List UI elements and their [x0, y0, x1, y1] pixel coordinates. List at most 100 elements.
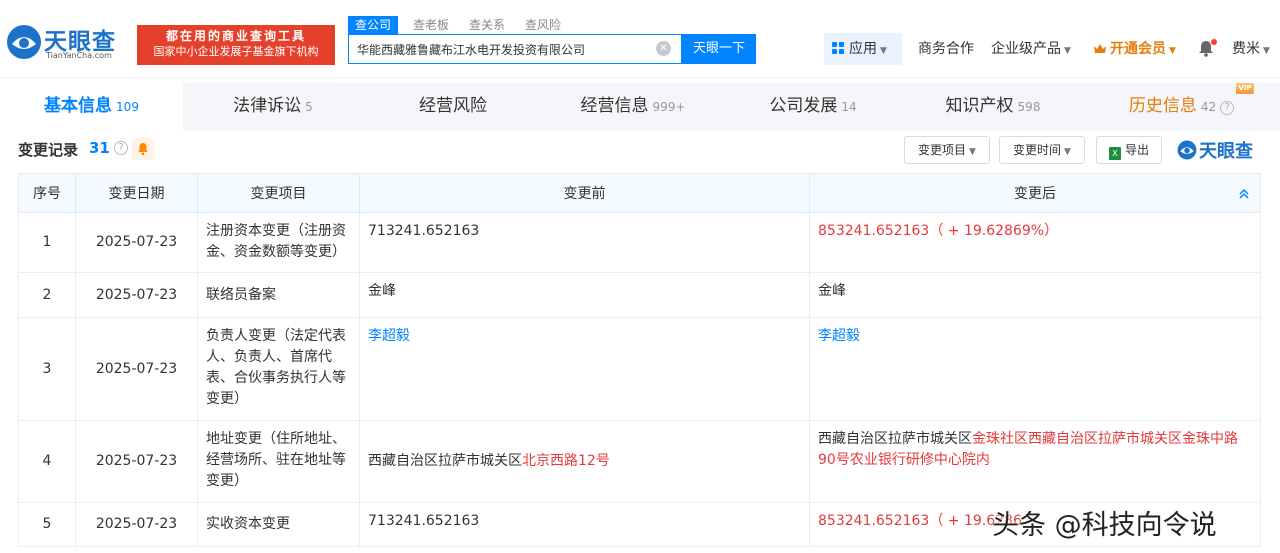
- nav-vip-menu[interactable]: 开通会员 ▼: [1093, 38, 1176, 60]
- cell-index: 5: [18, 502, 76, 547]
- tab-count: 999+: [652, 100, 686, 114]
- col-header-index: 序号: [18, 173, 76, 213]
- cell-after: 853241.652163（ + 19.62869%）: [809, 212, 1261, 273]
- excel-icon: X: [1108, 147, 1121, 160]
- help-icon[interactable]: ?: [114, 141, 128, 155]
- grid-icon: [832, 42, 845, 55]
- crown-icon: [1094, 44, 1106, 53]
- tab-operation-info[interactable]: 经营信息 999+: [543, 83, 723, 131]
- search-box: ✕: [348, 34, 682, 64]
- chevron-down-icon: ▼: [1064, 46, 1071, 56]
- table-header-row: 序号 变更日期 变更项目 变更前 变更后: [18, 173, 1261, 213]
- bell-icon: [138, 143, 148, 156]
- unread-dot: [1211, 39, 1217, 45]
- cell-after: 李超毅: [809, 317, 1261, 421]
- change-record-table: 序号 变更日期 变更项目 变更前 变更后 1 2025-07-23 注册资本变更…: [18, 173, 1261, 547]
- col-header-after: 变更后: [809, 173, 1261, 213]
- search-tab-boss[interactable]: 查老板: [406, 16, 456, 34]
- chevron-down-icon: ▼: [1064, 147, 1071, 157]
- col-header-date: 变更日期: [75, 173, 198, 213]
- cell-after: 西藏自治区拉萨市城关区金珠社区西藏自治区拉萨市城关区金珠中路90号农业银行研修中…: [809, 420, 1261, 503]
- brand-mark: 天眼查: [1177, 137, 1253, 162]
- tab-history-info[interactable]: VIP 历史信息 42?: [1083, 83, 1280, 131]
- filter-time-label: 变更时间: [1013, 143, 1062, 157]
- cell-index: 2: [18, 272, 76, 318]
- tab-label: 知识产权: [945, 96, 1014, 116]
- tab-count: 42: [1200, 100, 1217, 114]
- cell-before: 金峰: [359, 272, 810, 318]
- tab-litigation[interactable]: 法律诉讼 5: [183, 83, 363, 131]
- cell-item: 地址变更（住所地址、经营场所、驻在地址等变更）: [197, 420, 360, 503]
- tab-label: 基本信息: [44, 96, 113, 116]
- tab-operation-risk[interactable]: 经营风险: [363, 83, 543, 131]
- user-menu[interactable]: 费米 ▼: [1232, 38, 1270, 60]
- brand-mark-text: 天眼查: [1199, 141, 1253, 162]
- collapse-up-icon[interactable]: [1238, 188, 1250, 200]
- cell-date: 2025-07-23: [75, 502, 198, 547]
- cell-before: 713241.652163: [359, 502, 810, 547]
- cell-before: 713241.652163: [359, 212, 810, 273]
- table-row: 3 2025-07-23 负责人变更（法定代表人、负责人、首席代表、合伙事务执行…: [18, 317, 1261, 421]
- nav-vip-label: 开通会员: [1110, 41, 1166, 57]
- cell-index: 1: [18, 212, 76, 273]
- tab-development[interactable]: 公司发展 14: [723, 83, 903, 131]
- nav-enterprise-menu[interactable]: 企业级产品 ▼: [991, 38, 1071, 60]
- cell-date: 2025-07-23: [75, 317, 198, 421]
- table-row: 2 2025-07-23 联络员备案 金峰 金峰: [18, 272, 1261, 318]
- cell-index: 4: [18, 420, 76, 503]
- export-label: 导出: [1124, 143, 1149, 157]
- search-tab-risk[interactable]: 查风险: [518, 16, 568, 34]
- person-link[interactable]: 李超毅: [368, 328, 410, 344]
- tianyancha-logo[interactable]: 天眼查 TianYanCha.com: [6, 20, 132, 64]
- search-tab-company[interactable]: 查公司: [348, 16, 399, 34]
- logo-eye-icon: [1177, 140, 1197, 160]
- help-icon[interactable]: ?: [1220, 101, 1235, 115]
- col-header-item: 变更项目: [197, 173, 360, 213]
- search-tab-relation[interactable]: 查关系: [462, 16, 512, 34]
- chevron-down-icon: ▼: [1263, 46, 1270, 56]
- search-input[interactable]: [349, 35, 649, 63]
- watermark: 头条 @科技向令说: [992, 510, 1217, 541]
- tab-count: 14: [841, 100, 857, 114]
- slogan-line-2: 国家中小企业发展子基金旗下机构: [153, 45, 319, 58]
- slogan-banner: 都在用的商业查询工具 国家中小企业发展子基金旗下机构: [137, 25, 335, 65]
- company-section-tabs: 基本信息 109 法律诉讼 5 经营风险 经营信息 999+ 公司发展 14 知识产权 5…: [0, 83, 1280, 131]
- table-row: 1 2025-07-23 注册资本变更（注册资金、资金数额等变更） 713241…: [18, 212, 1261, 273]
- top-header: 天眼查 TianYanCha.com 都在用的商业查询工具 国家中小企业发展子基…: [0, 0, 1280, 78]
- subscribe-alert-button[interactable]: [132, 138, 154, 160]
- user-name: 费米: [1232, 41, 1260, 57]
- cell-date: 2025-07-23: [75, 420, 198, 503]
- chevron-down-icon: ▼: [1169, 46, 1176, 56]
- tab-label: 历史信息: [1128, 96, 1197, 116]
- cell-after: 金峰: [809, 272, 1261, 318]
- clear-icon[interactable]: ✕: [656, 41, 671, 56]
- col-header-after-label: 变更后: [1014, 186, 1056, 202]
- after-changed-value: 853241.652163（ + 19.62869%）: [818, 223, 1059, 239]
- notification-button[interactable]: [1198, 39, 1217, 58]
- search-button[interactable]: 天眼一下: [682, 34, 756, 64]
- export-button[interactable]: X 导出: [1096, 136, 1162, 164]
- tab-count: 5: [305, 100, 313, 114]
- cell-before: 西藏自治区拉萨市城关区北京西路12号: [359, 420, 810, 503]
- slogan-line-1: 都在用的商业查询工具: [165, 29, 306, 43]
- cell-date: 2025-07-23: [75, 272, 198, 318]
- cell-item: 实收资本变更: [197, 502, 360, 547]
- tab-basic-info[interactable]: 基本信息 109: [0, 83, 183, 131]
- filter-change-item-dropdown[interactable]: 变更项目 ▼: [904, 136, 990, 164]
- filter-change-time-dropdown[interactable]: 变更时间 ▼: [999, 136, 1085, 164]
- tab-label: 法律诉讼: [233, 96, 302, 116]
- before-unchanged-part: 西藏自治区拉萨市城关区: [368, 453, 522, 469]
- nav-apps-label: 应用: [849, 41, 877, 57]
- tab-label: 公司发展: [769, 96, 838, 116]
- tab-intellectual-property[interactable]: 知识产权 598: [903, 83, 1083, 131]
- before-changed-part: 北京西路12号: [522, 453, 610, 469]
- chevron-down-icon: ▼: [969, 147, 976, 157]
- tab-label: 经营风险: [419, 96, 487, 116]
- logo-domain: TianYanCha.com: [46, 51, 112, 60]
- nav-apps-menu[interactable]: 应用 ▼: [824, 33, 902, 65]
- cell-item: 负责人变更（法定代表人、负责人、首席代表、合伙事务执行人等变更）: [197, 317, 360, 421]
- cell-date: 2025-07-23: [75, 212, 198, 273]
- cell-index: 3: [18, 317, 76, 421]
- nav-business[interactable]: 商务合作: [918, 38, 974, 60]
- person-link[interactable]: 李超毅: [818, 328, 860, 344]
